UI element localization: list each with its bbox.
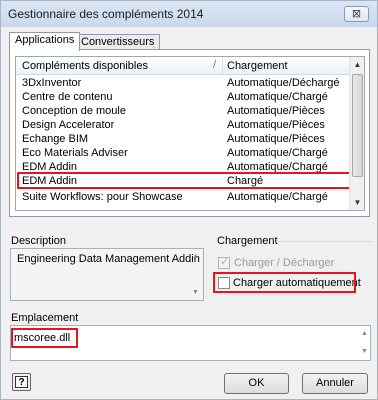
addin-loading: Automatique/Chargé: [227, 191, 328, 203]
selected-row-highlight: [17, 172, 351, 189]
list-header: Compléments disponibles / Chargement: [16, 57, 350, 75]
close-icon: ⊠: [351, 8, 362, 20]
cancel-button[interactable]: Annuler: [302, 373, 368, 394]
scroll-thumb[interactable]: [352, 74, 363, 177]
loading-group-label: Chargement: [217, 235, 278, 247]
description-scroll-down-icon[interactable]: ▼: [192, 289, 199, 296]
addin-name: Conception de moule: [22, 105, 126, 117]
checkmark-icon: ✓: [220, 256, 230, 268]
close-button[interactable]: ⊠: [344, 6, 369, 22]
load-unload-checkbox[interactable]: ✓: [218, 256, 230, 269]
list-row[interactable]: Suite Workflows: pour Showcase Automatiq…: [16, 191, 350, 204]
addins-list[interactable]: Compléments disponibles / Chargement 3Dx…: [15, 56, 365, 211]
title-bar[interactable]: Gestionnaire des compléments 2014 ⊠: [1, 1, 377, 27]
scroll-up-icon[interactable]: ▲: [350, 57, 364, 72]
addin-name: Design Accelerator: [22, 119, 115, 131]
addin-loading: Automatique/Pièces: [227, 105, 325, 117]
addin-loading: Automatique/Pièces: [227, 133, 325, 145]
list-row[interactable]: Centre de contenu Automatique/Chargé: [16, 91, 350, 104]
list-scrollbar[interactable]: ▲ ▼: [349, 57, 364, 210]
help-icon: ?: [15, 376, 28, 388]
location-scroll-up-icon[interactable]: ▲: [361, 330, 368, 337]
auto-load-highlight: [213, 272, 356, 293]
addin-manager-dialog: Gestionnaire des compléments 2014 ⊠ Appl…: [0, 0, 378, 400]
description-label: Description: [11, 235, 67, 247]
load-unload-label: Charger / Décharger: [234, 257, 335, 269]
addin-name: Eco Materials Adviser: [22, 147, 128, 159]
addin-name: 3DxInventor: [22, 77, 82, 89]
help-button[interactable]: ?: [12, 373, 31, 391]
window-title: Gestionnaire des compléments 2014: [8, 7, 204, 21]
addin-name: Echange BIM: [22, 133, 89, 145]
list-row[interactable]: Design Accelerator Automatique/Pièces: [16, 119, 350, 132]
list-row[interactable]: Echange BIM Automatique/Pièces: [16, 133, 350, 146]
tab-applications[interactable]: Applications: [9, 32, 81, 51]
addin-name: Suite Workflows: pour Showcase: [22, 191, 183, 203]
addin-name: Centre de contenu: [22, 91, 113, 103]
applications-panel: Compléments disponibles / Chargement 3Dx…: [9, 49, 370, 217]
scroll-down-icon[interactable]: ▼: [350, 195, 364, 210]
description-scroll-up-icon[interactable]: ▲: [192, 253, 199, 260]
ok-button[interactable]: OK: [224, 373, 289, 394]
addin-loading: Automatique/Pièces: [227, 119, 325, 131]
addin-loading: Automatique/Déchargé: [227, 77, 340, 89]
loading-group-divider: [277, 241, 371, 242]
column-header-available-addins[interactable]: Compléments disponibles: [22, 60, 148, 72]
tab-converters[interactable]: Convertisseurs: [75, 34, 161, 50]
list-row[interactable]: Conception de moule Automatique/Pièces: [16, 105, 350, 118]
location-label: Emplacement: [11, 312, 79, 324]
list-row[interactable]: Eco Materials Adviser Automatique/Chargé: [16, 147, 350, 160]
description-text: Engineering Data Management Addin: [17, 253, 200, 265]
addin-loading: Automatique/Chargé: [227, 147, 328, 159]
location-scroll-down-icon[interactable]: ▼: [361, 348, 368, 355]
addin-loading: Automatique/Chargé: [227, 91, 328, 103]
column-separator[interactable]: [222, 57, 223, 75]
description-box: Engineering Data Management Addin ▲ ▼: [10, 248, 204, 301]
column-header-loading[interactable]: Chargement: [227, 60, 288, 72]
list-row[interactable]: 3DxInventor Automatique/Déchargé: [16, 77, 350, 90]
column-resize-indicator: /: [213, 59, 217, 71]
location-highlight: [11, 328, 78, 348]
